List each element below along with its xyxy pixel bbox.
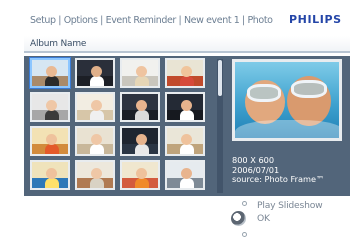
- thumbnail-figure-body: [90, 76, 104, 86]
- ok-label[interactable]: OK: [257, 213, 270, 224]
- photo-frame-screen: Setup | Options | Event Reminder | New e…: [0, 0, 356, 240]
- photo-thumbnail[interactable]: [165, 126, 205, 156]
- photo-thumbnail[interactable]: [120, 92, 160, 122]
- photo-thumbnail[interactable]: [120, 58, 160, 88]
- thumbnail-figure-head: [46, 168, 57, 179]
- preview-diving-mask-right: [291, 80, 327, 98]
- photo-thumbnail[interactable]: [165, 58, 205, 88]
- photo-thumbnail-selected[interactable]: [30, 58, 70, 88]
- brand-logo: PHILIPS: [289, 13, 342, 26]
- photo-thumbnail[interactable]: [120, 160, 160, 190]
- thumbnail-figure-body: [180, 144, 194, 154]
- thumbnail-figure-body: [135, 76, 149, 86]
- photo-thumbnail[interactable]: [75, 160, 115, 190]
- thumbnail-figure-head: [91, 100, 102, 111]
- preview-diving-mask-left: [247, 84, 281, 102]
- thumbnail-figure-body: [135, 144, 149, 154]
- photo-thumbnail[interactable]: [30, 126, 70, 156]
- thumbnail-figure-head: [91, 66, 102, 77]
- photo-preview: [232, 59, 342, 141]
- photo-info: 800 X 600 2006/07/01 source: Photo Frame…: [232, 155, 325, 185]
- photo-thumbnail[interactable]: [75, 92, 115, 122]
- thumbnail-figure-body: [135, 178, 149, 188]
- photo-thumbnail[interactable]: [165, 160, 205, 190]
- album-name-label: Album Name: [30, 39, 87, 49]
- dpad-up-icon[interactable]: [242, 201, 247, 206]
- album-title-bar: Album Name: [24, 36, 350, 53]
- dpad-down-icon[interactable]: [242, 232, 247, 237]
- photo-browser-panel: 800 X 600 2006/07/01 source: Photo Frame…: [24, 56, 350, 196]
- photo-source: source: Photo Frame™: [232, 174, 325, 184]
- thumbnail-figure-head: [181, 168, 192, 179]
- thumbnail-figure-body: [180, 76, 194, 86]
- thumbnail-figure-body: [45, 76, 59, 86]
- play-slideshow-label[interactable]: Play Slideshow: [257, 200, 323, 211]
- navigation-controls: Play Slideshow OK: [0, 196, 356, 240]
- photo-thumbnail[interactable]: [75, 58, 115, 88]
- thumbnail-figure-head: [136, 168, 147, 179]
- photo-thumbnail[interactable]: [120, 126, 160, 156]
- thumbnail-grid: [30, 58, 214, 192]
- thumbnail-figure-body: [135, 110, 149, 120]
- thumbnail-figure-head: [181, 100, 192, 111]
- thumbnail-figure-body: [45, 110, 59, 120]
- photo-thumbnail[interactable]: [30, 160, 70, 190]
- thumbnail-figure-head: [46, 134, 57, 145]
- thumbnail-figure-body: [45, 178, 59, 188]
- thumbnail-figure-body: [45, 144, 59, 154]
- thumbnail-figure-head: [46, 100, 57, 111]
- thumbnail-figure-body: [180, 178, 194, 188]
- preview-splash: [235, 120, 339, 138]
- thumbnail-figure-head: [136, 66, 147, 77]
- photo-thumbnail[interactable]: [75, 126, 115, 156]
- thumbnail-figure-head: [91, 134, 102, 145]
- thumbnail-figure-body: [90, 178, 104, 188]
- scrollbar-thumb[interactable]: [218, 60, 222, 96]
- header-bar: Setup | Options | Event Reminder | New e…: [0, 0, 356, 36]
- thumbnail-figure-body: [90, 110, 104, 120]
- thumbnail-figure-head: [46, 66, 57, 77]
- dpad-ok-icon[interactable]: [231, 211, 246, 226]
- thumbnail-figure-body: [90, 144, 104, 154]
- thumbnail-figure-head: [181, 134, 192, 145]
- thumbnail-figure-head: [136, 134, 147, 145]
- thumbnail-figure-body: [180, 110, 194, 120]
- thumbnail-figure-head: [91, 168, 102, 179]
- breadcrumb: Setup | Options | Event Reminder | New e…: [30, 15, 273, 26]
- photo-thumbnail[interactable]: [30, 92, 70, 122]
- thumbnail-figure-head: [181, 66, 192, 77]
- photo-thumbnail[interactable]: [165, 92, 205, 122]
- thumbnail-figure-head: [136, 100, 147, 111]
